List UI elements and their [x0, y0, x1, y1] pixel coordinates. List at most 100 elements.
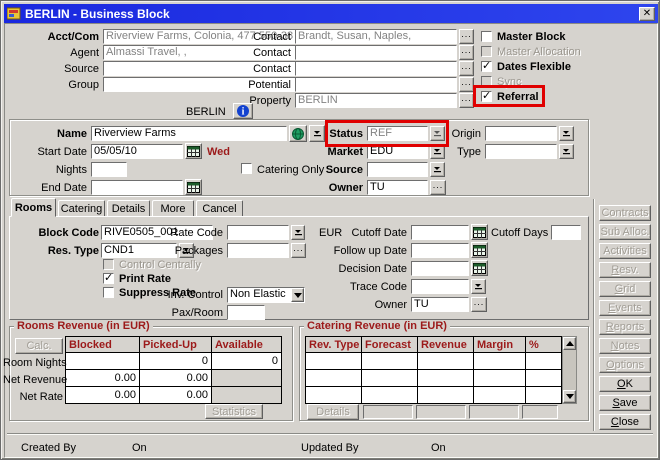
follow-up-date-field[interactable]	[411, 243, 469, 258]
net-revenue-picked-up: 0.00	[140, 370, 212, 387]
contact3-label: Contact	[223, 63, 291, 76]
end-date-label: End Date	[15, 182, 87, 195]
notes-button: Notes	[599, 338, 651, 354]
control-centrally-label: Control Centrally	[119, 259, 201, 272]
source-lov-icon[interactable]	[430, 162, 445, 177]
packages-field[interactable]	[227, 243, 289, 258]
trace-code-lov-icon[interactable]	[471, 279, 486, 294]
cutoff-date-field[interactable]	[411, 225, 469, 240]
status-lov-icon[interactable]	[430, 126, 445, 141]
follow-up-date-calendar-icon[interactable]	[471, 242, 488, 258]
scroll-down-icon[interactable]	[563, 390, 576, 403]
potential-label: Potential	[223, 79, 291, 92]
origin-lov-icon[interactable]	[559, 126, 574, 141]
suppress-rate-checkbox[interactable]	[103, 287, 114, 298]
col-picked-up: Picked-Up	[140, 337, 212, 353]
revenue-total-cell	[416, 405, 466, 419]
packages-label: Packages	[147, 245, 223, 258]
decision-date-calendar-icon[interactable]	[471, 260, 488, 276]
origin-field[interactable]	[485, 126, 557, 141]
rate-code-field[interactable]	[227, 225, 289, 240]
table-row	[306, 370, 562, 387]
market-lov-icon[interactable]	[430, 144, 445, 159]
pax-room-label: Pax/Room	[147, 307, 223, 320]
cutoff-days-field[interactable]	[551, 225, 581, 240]
window-title: BERLIN - Business Block	[25, 7, 639, 21]
rate-code-lov-icon[interactable]	[291, 225, 305, 240]
pax-room-field[interactable]	[227, 305, 265, 320]
net-revenue-blocked: 0.00	[66, 370, 140, 387]
table-row: 0.00 0.00	[66, 370, 282, 387]
table-row	[306, 387, 562, 404]
save-button[interactable]: Save	[599, 395, 651, 411]
acct-com-label: Acct/Com	[11, 31, 99, 44]
close-button[interactable]: Close	[599, 414, 651, 430]
rooms-owner-ellipsis-button[interactable]	[471, 297, 487, 312]
origin-label: Origin	[445, 128, 481, 141]
tab-rooms[interactable]: Rooms	[11, 198, 56, 217]
name-field[interactable]: Riverview Farms	[91, 126, 287, 141]
rooms-revenue-table: Blocked Picked-Up Available 0 0 0.00 0.0…	[65, 336, 282, 404]
end-date-calendar-icon[interactable]	[185, 179, 202, 195]
property-field[interactable]: BERLIN	[295, 93, 457, 108]
tab-details[interactable]: Details	[107, 200, 150, 217]
ok-button[interactable]: OK	[599, 376, 651, 392]
market-label: Market	[307, 146, 363, 159]
tab-cancel[interactable]: Cancel	[196, 200, 243, 217]
potential-ellipsis-button[interactable]	[459, 77, 474, 92]
resv-button: Resv.	[599, 262, 651, 278]
dates-flexible-checkbox[interactable]	[481, 61, 492, 72]
scroll-up-icon[interactable]	[563, 337, 576, 350]
decision-date-field[interactable]	[411, 261, 469, 276]
cutoff-date-calendar-icon[interactable]	[471, 224, 488, 240]
net-revenue-label: Net Revenue	[3, 374, 63, 387]
forecast-total-cell	[363, 405, 413, 419]
nights-field[interactable]	[91, 162, 127, 177]
referral-checkbox[interactable]	[481, 91, 492, 102]
contact2-ellipsis-button[interactable]	[459, 45, 474, 60]
start-date-field[interactable]: 05/05/10	[91, 144, 183, 159]
market-field[interactable]: EDU	[367, 144, 428, 159]
type-field[interactable]	[485, 144, 557, 159]
active-tab-join	[12, 216, 55, 218]
owner-ellipsis-button[interactable]	[430, 180, 446, 195]
contact1-ellipsis-button[interactable]	[459, 29, 474, 44]
contact1-label: Contact	[223, 31, 291, 44]
packages-ellipsis-button[interactable]	[291, 243, 306, 258]
events-button: Events	[599, 300, 651, 316]
table-row	[306, 353, 562, 370]
room-nights-blocked	[66, 353, 140, 370]
start-date-calendar-icon[interactable]	[185, 143, 202, 159]
contact3-ellipsis-button[interactable]	[459, 61, 474, 76]
trace-code-field[interactable]	[411, 279, 469, 294]
owner-field[interactable]: TU	[367, 180, 428, 195]
source-mid-field[interactable]	[367, 162, 428, 177]
tab-catering[interactable]: Catering	[58, 200, 105, 217]
col-rev-type: Rev. Type	[306, 337, 362, 353]
master-block-checkbox[interactable]	[481, 31, 492, 42]
contact2-field[interactable]	[295, 45, 457, 60]
rooms-owner-field[interactable]: TU	[411, 297, 469, 312]
close-icon[interactable]: ✕	[639, 7, 655, 21]
tab-more[interactable]: More	[152, 200, 194, 217]
globe-icon[interactable]	[289, 125, 307, 142]
property-code-label: BERLIN	[186, 106, 226, 119]
catering-scrollbar[interactable]	[562, 336, 577, 404]
print-rate-checkbox[interactable]	[103, 273, 114, 284]
rooms-owner-label: Owner	[307, 299, 407, 312]
col-blocked: Blocked	[66, 337, 140, 353]
property-ellipsis-button[interactable]	[459, 93, 474, 108]
end-date-field[interactable]	[91, 180, 183, 195]
catering-only-checkbox[interactable]	[241, 163, 252, 174]
contact3-field[interactable]	[295, 61, 457, 76]
reports-button: Reports	[599, 319, 651, 335]
potential-field[interactable]	[295, 77, 457, 92]
room-nights-picked-up: 0	[140, 353, 212, 370]
type-lov-icon[interactable]	[559, 144, 574, 159]
sync-checkbox	[481, 76, 492, 87]
inv-control-dropdown-icon[interactable]	[291, 288, 304, 302]
follow-up-date-label: Follow up Date	[307, 245, 407, 258]
info-icon[interactable]: i	[233, 103, 253, 119]
contact1-field[interactable]: Brandt, Susan, Naples,	[295, 29, 457, 44]
status-field[interactable]: REF	[367, 126, 428, 141]
